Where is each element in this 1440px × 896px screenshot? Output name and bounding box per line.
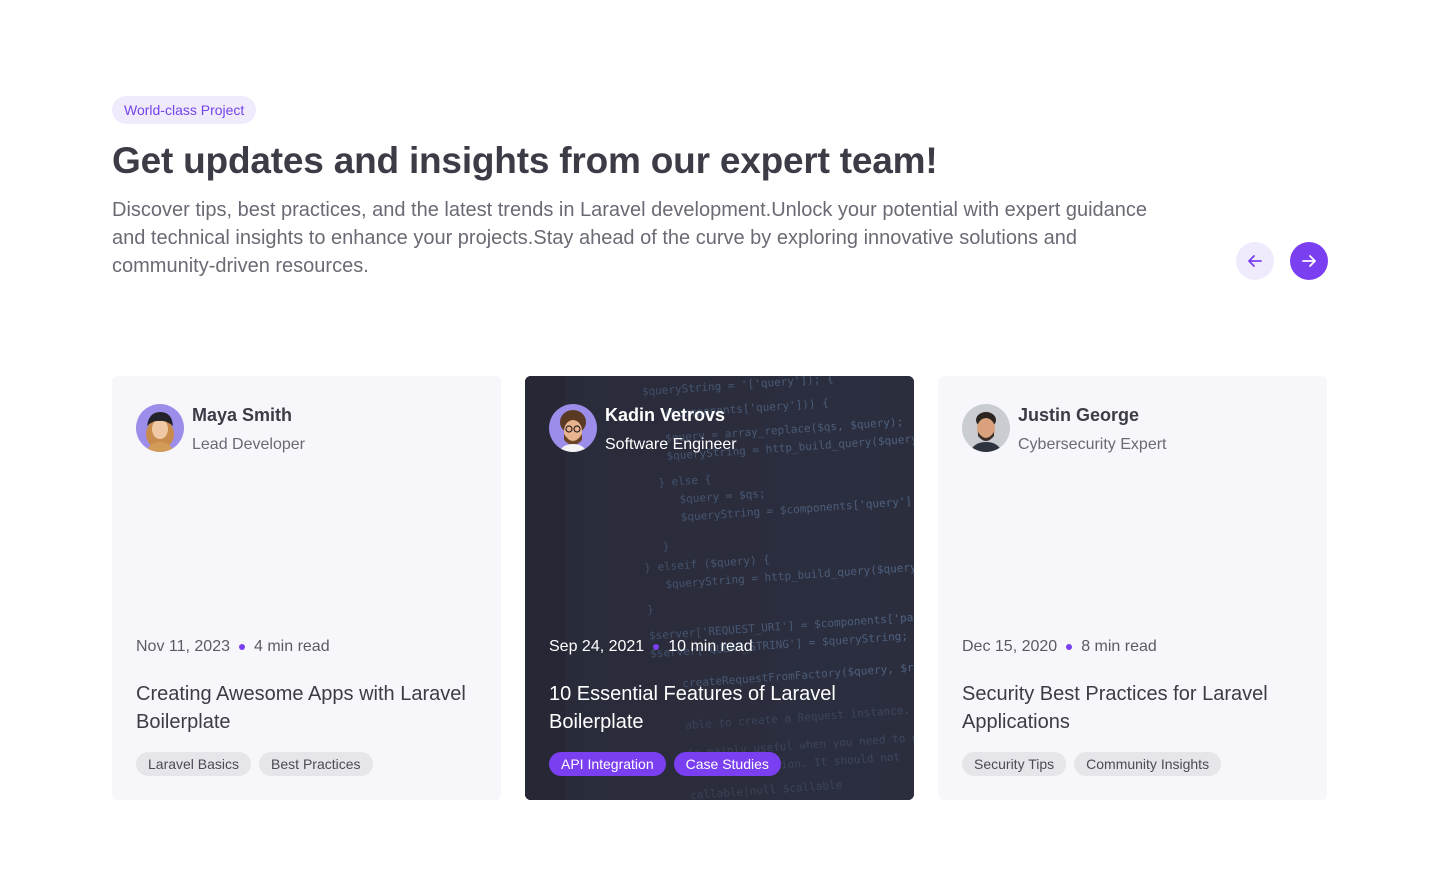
post-title[interactable]: Creating Awesome Apps with Laravel Boile… [136,680,476,736]
section-title: Get updates and insights from our expert… [112,140,938,181]
author-info: Justin George Cybersecurity Expert [962,404,1303,456]
read-time: 4 min read [254,638,330,655]
blog-card[interactable]: Justin George Cybersecurity Expert Dec 1… [938,376,1327,800]
tag-list: API Integration Case Studies [549,752,781,776]
author-name: Justin George [1018,405,1140,425]
post-date: Nov 11, 2023 [136,638,230,655]
author-name: Kadin Vetrovs [605,405,726,425]
tag-list: Laravel Basics Best Practices [136,752,373,776]
separator-dot [653,644,660,650]
post-meta: Sep 24, 2021 10 min read [549,638,753,656]
arrow-right-icon [1302,255,1316,267]
post-date: Sep 24, 2021 [549,638,645,655]
section-badge: World-class Project [112,96,257,124]
carousel-navigation [1236,242,1328,280]
tag[interactable]: Laravel Basics [136,752,252,776]
author-info: Kadin Vetrovs Software Engineer [549,404,890,456]
author-role: Cybersecurity Expert [1018,436,1167,453]
blog-header-section: World-class Project Get updates and insi… [112,96,1328,280]
blog-card-list: Maya Smith Lead Developer Nov 11, 2023 4… [112,376,1328,800]
post-meta: Dec 15, 2020 8 min read [962,638,1157,656]
post-date: Dec 15, 2020 [962,638,1058,655]
next-button[interactable] [1290,242,1328,280]
read-time: 8 min read [1081,638,1157,655]
author-avatar [549,404,597,452]
author-name: Maya Smith [192,405,293,425]
author-avatar [136,404,184,452]
separator-dot [1066,644,1073,650]
separator-dot [239,644,245,650]
author-role: Software Engineer [605,436,737,453]
section-description: Discover tips, best practices, and the l… [112,199,1147,277]
tag[interactable]: Best Practices [259,752,373,776]
previous-button[interactable] [1236,242,1274,280]
blog-card-active[interactable]: $queryString = '['query']); { ($componen… [525,376,914,800]
author-info: Maya Smith Lead Developer [136,404,477,456]
tag-list: Security Tips Community Insights [962,752,1222,776]
tag[interactable]: Case Studies [673,752,781,776]
post-title[interactable]: 10 Essential Features of Laravel Boilerp… [549,680,889,736]
blog-card[interactable]: Maya Smith Lead Developer Nov 11, 2023 4… [112,376,501,800]
post-meta: Nov 11, 2023 4 min read [136,638,330,656]
author-role: Lead Developer [192,436,305,453]
post-title[interactable]: Security Best Practices for Laravel Appl… [962,680,1302,736]
tag[interactable]: Community Insights [1074,752,1222,776]
author-avatar [962,404,1010,452]
arrow-left-icon [1248,255,1262,267]
tag[interactable]: API Integration [549,752,666,776]
read-time: 10 min read [668,638,753,655]
tag[interactable]: Security Tips [962,752,1067,776]
